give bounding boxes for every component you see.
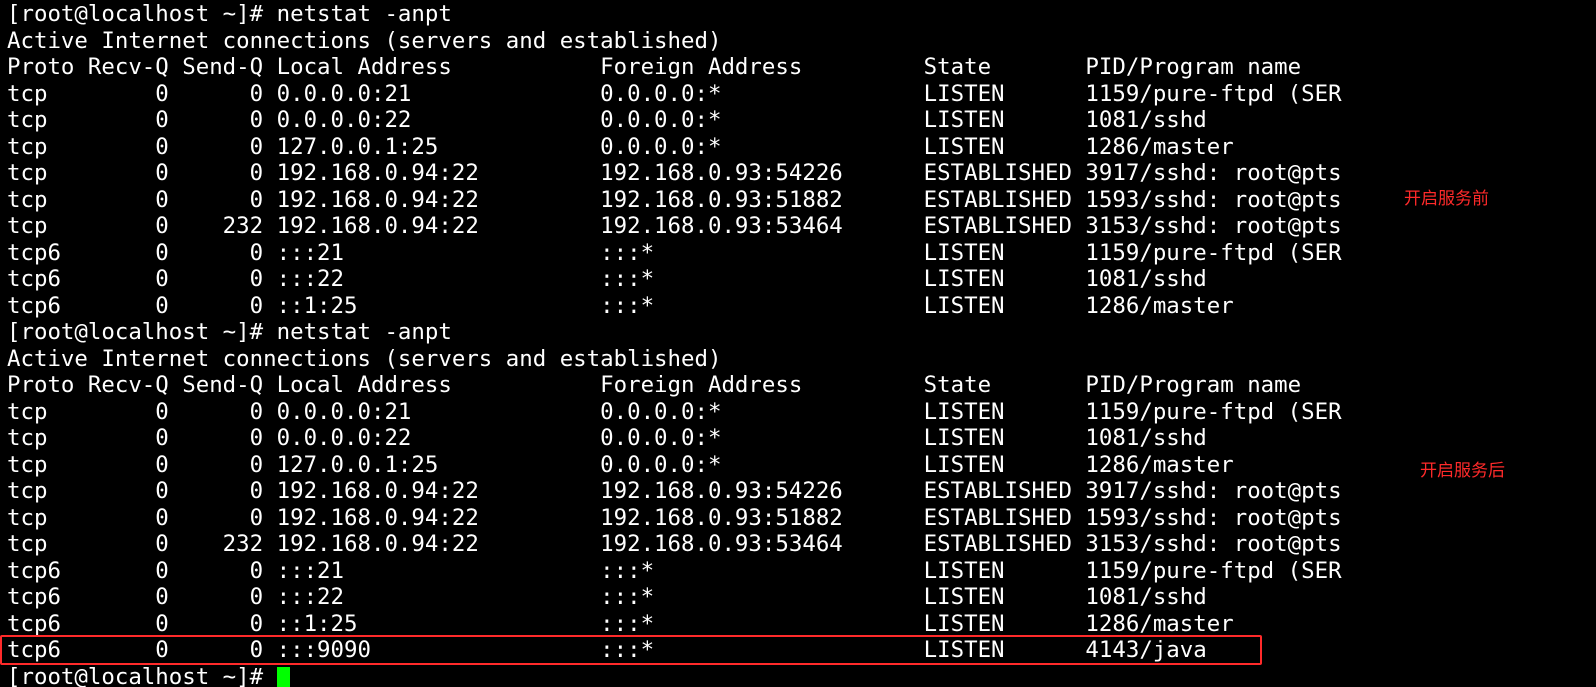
terminal-line-java-9090: tcp6 0 0 :::9090 :::* LISTEN 4143/java bbox=[7, 637, 1587, 664]
terminal-line-row: tcp 0 232 192.168.0.94:22 192.168.0.93:5… bbox=[7, 531, 1587, 558]
terminal-current-prompt[interactable]: [root@localhost ~]# bbox=[7, 664, 1587, 687]
terminal-line-title-1: Active Internet connections (servers and… bbox=[7, 28, 1587, 55]
prompt-text: [root@localhost ~]# bbox=[7, 664, 277, 687]
terminal-line-row: tcp 0 0 192.168.0.94:22 192.168.0.93:542… bbox=[7, 160, 1587, 187]
terminal-line-prompt-1: [root@localhost ~]# netstat -anpt bbox=[7, 1, 1587, 28]
terminal-line-row: tcp6 0 0 :::21 :::* LISTEN 1159/pure-ftp… bbox=[7, 240, 1587, 267]
terminal-line-header-2: Proto Recv-Q Send-Q Local Address Foreig… bbox=[7, 372, 1587, 399]
terminal-line-row: tcp 0 0 192.168.0.94:22 192.168.0.93:542… bbox=[7, 478, 1587, 505]
terminal-line-prompt-2: [root@localhost ~]# netstat -anpt bbox=[7, 319, 1587, 346]
terminal-line-row: tcp 0 0 0.0.0.0:22 0.0.0.0:* LISTEN 1081… bbox=[7, 107, 1587, 134]
terminal-line-row: tcp6 0 0 ::1:25 :::* LISTEN 1286/master bbox=[7, 611, 1587, 638]
terminal-line-row: tcp 0 232 192.168.0.94:22 192.168.0.93:5… bbox=[7, 213, 1587, 240]
terminal-line-row: tcp6 0 0 ::1:25 :::* LISTEN 1286/master bbox=[7, 293, 1587, 320]
terminal-line-row: tcp 0 0 192.168.0.94:22 192.168.0.93:518… bbox=[7, 187, 1587, 214]
terminal-line-row: tcp 0 0 0.0.0.0:21 0.0.0.0:* LISTEN 1159… bbox=[7, 81, 1587, 108]
terminal-line-title-2: Active Internet connections (servers and… bbox=[7, 346, 1587, 373]
annotation-before-service: 开启服务前 bbox=[1404, 184, 1489, 209]
terminal-line-row: tcp 0 0 192.168.0.94:22 192.168.0.93:518… bbox=[7, 505, 1587, 532]
terminal-cursor bbox=[277, 667, 290, 687]
terminal-line-row: tcp 0 0 127.0.0.1:25 0.0.0.0:* LISTEN 12… bbox=[7, 452, 1587, 479]
terminal-line-row: tcp6 0 0 :::22 :::* LISTEN 1081/sshd bbox=[7, 266, 1587, 293]
terminal-line-row: tcp 0 0 0.0.0.0:21 0.0.0.0:* LISTEN 1159… bbox=[7, 399, 1587, 426]
terminal-line-row: tcp6 0 0 :::22 :::* LISTEN 1081/sshd bbox=[7, 584, 1587, 611]
terminal-output[interactable]: [root@localhost ~]# netstat -anpt Active… bbox=[7, 1, 1587, 687]
terminal-line-header-1: Proto Recv-Q Send-Q Local Address Foreig… bbox=[7, 54, 1587, 81]
terminal-line-row: tcp6 0 0 :::21 :::* LISTEN 1159/pure-ftp… bbox=[7, 558, 1587, 585]
terminal-line-row: tcp 0 0 0.0.0.0:22 0.0.0.0:* LISTEN 1081… bbox=[7, 425, 1587, 452]
terminal-line-row: tcp 0 0 127.0.0.1:25 0.0.0.0:* LISTEN 12… bbox=[7, 134, 1587, 161]
annotation-after-service: 开启服务后 bbox=[1420, 456, 1505, 481]
